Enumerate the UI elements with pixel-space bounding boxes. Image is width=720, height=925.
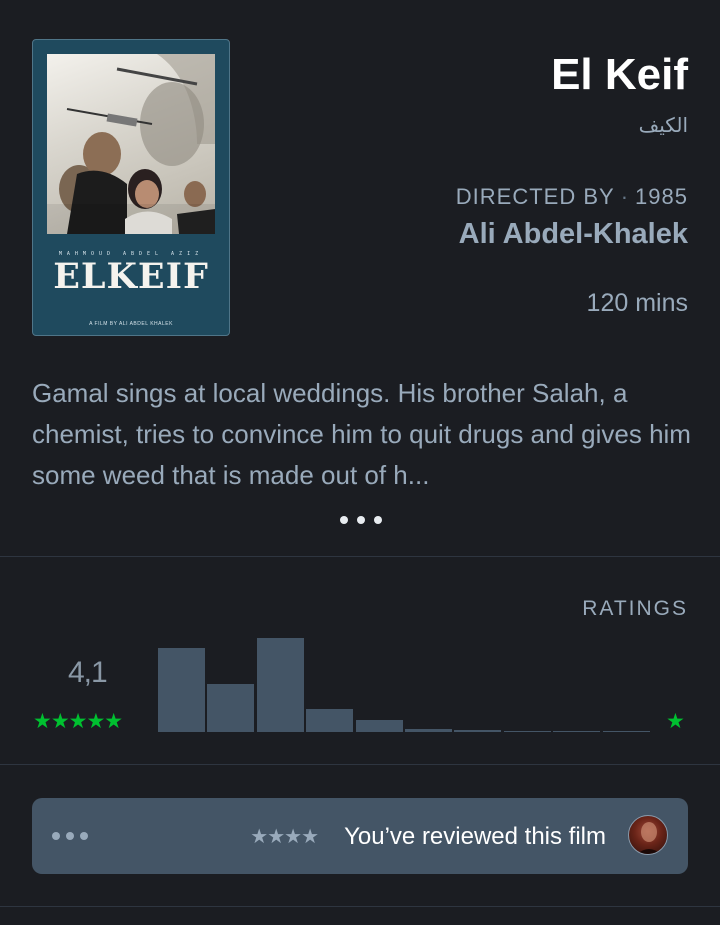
rating-bar[interactable]	[158, 648, 205, 732]
rating-bar[interactable]	[602, 731, 650, 732]
section-divider	[0, 556, 720, 557]
ratings-histogram[interactable]	[158, 630, 652, 732]
directed-by-label: DIRECTED BY	[455, 184, 615, 209]
rating-bar[interactable]	[207, 684, 255, 732]
rating-bar[interactable]	[503, 731, 551, 732]
rating-bar[interactable]	[454, 730, 502, 732]
release-year[interactable]: 1985	[635, 184, 688, 209]
review-options-ellipsis-icon[interactable]	[52, 832, 88, 840]
runtime: 120 mins	[586, 289, 688, 317]
reviewed-status-text: You’ve reviewed this film	[344, 823, 606, 850]
your-review-button[interactable]: ★★★★ You’ve reviewed this film	[32, 798, 688, 874]
rating-bar[interactable]	[405, 729, 452, 732]
director-link[interactable]: Ali Abdel-Khalek	[459, 218, 688, 251]
five-star-icon: ★★★★★	[33, 710, 123, 733]
directed-by-row: DIRECTED BY · 1985	[456, 184, 688, 210]
rating-bar[interactable]	[355, 720, 403, 732]
average-rating[interactable]: 4,1	[68, 656, 108, 690]
dot	[374, 516, 382, 524]
avatar-image	[637, 822, 661, 854]
synopsis[interactable]: Gamal sings at local weddings. His broth…	[32, 373, 692, 496]
poster-artwork	[47, 54, 215, 234]
rating-bar[interactable]	[553, 731, 601, 732]
poster-illustration	[47, 54, 215, 234]
film-poster[interactable]: MAHMOUD ABDEL AZIZ ELKEIF A FILM BY ALI …	[32, 39, 230, 336]
dot	[52, 832, 60, 840]
original-title: الكيف	[638, 113, 688, 137]
film-title: El Keif	[551, 50, 688, 99]
separator-dot: ·	[620, 184, 630, 209]
section-divider	[0, 906, 720, 907]
poster-tagline: A FILM BY ALI ABDEL KHALEK	[89, 321, 173, 327]
poster-title: ELKEIF	[53, 256, 209, 297]
dot	[66, 832, 74, 840]
rating-bar[interactable]	[256, 638, 304, 732]
rating-bar[interactable]	[306, 709, 354, 732]
user-avatar[interactable]	[628, 815, 668, 855]
expand-synopsis-ellipsis-icon[interactable]	[340, 516, 382, 524]
one-star-icon: ★	[666, 710, 685, 733]
ratings-heading: RATINGS	[582, 597, 688, 620]
your-rating-stars-icon: ★★★★	[250, 826, 319, 848]
dot	[357, 516, 365, 524]
section-divider	[0, 764, 720, 765]
dot	[80, 832, 88, 840]
dot	[340, 516, 348, 524]
